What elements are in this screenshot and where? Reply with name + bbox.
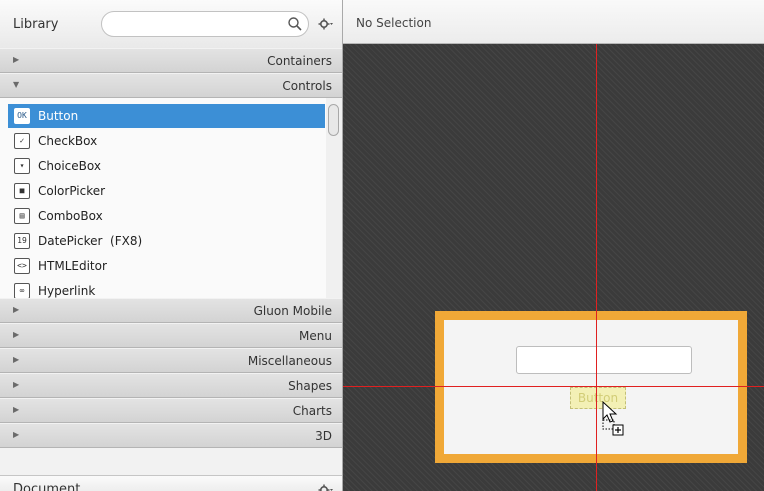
section-label: 3D (315, 429, 332, 443)
section-containers[interactable]: ▶ Containers (0, 48, 342, 73)
controls-scrollbar[interactable] (326, 98, 342, 298)
controls-list: OK Button ✓ CheckBox ▾ ChoiceBox ■ Color… (0, 98, 342, 298)
list-item-label: DatePicker (FX8) (38, 234, 143, 248)
list-item-label: Hyperlink (38, 284, 96, 298)
list-item-colorpicker[interactable]: ■ ColorPicker (8, 179, 325, 203)
library-title: Library (13, 17, 59, 32)
section-label: Charts (292, 404, 332, 418)
list-item-label: Button (38, 109, 79, 123)
list-item-label: CheckBox (38, 134, 98, 148)
collapsed-arrow-icon: ▶ (13, 355, 20, 364)
selection-bar: No Selection (343, 0, 764, 44)
section-label: Shapes (288, 379, 332, 393)
list-item-label: ChoiceBox (38, 159, 101, 173)
document-header: Document (0, 475, 342, 491)
content-area: No Selection Button (343, 0, 764, 491)
section-label: Controls (282, 79, 332, 93)
list-item-checkbox[interactable]: ✓ CheckBox (8, 129, 325, 153)
section-shapes[interactable]: ▶ Shapes (0, 373, 342, 398)
collapsed-arrow-icon: ▶ (13, 305, 20, 314)
section-3d[interactable]: ▶ 3D (0, 423, 342, 448)
library-header: Library (0, 0, 342, 49)
search-icon[interactable] (287, 16, 303, 32)
horizontal-guide-line (343, 386, 764, 387)
section-label: Menu (299, 329, 332, 343)
document-title: Document (13, 482, 81, 491)
hyperlink-icon: ∞ (14, 283, 30, 298)
expanded-arrow-icon: ▼ (13, 80, 20, 89)
selection-status: No Selection (356, 16, 432, 30)
list-item-htmleditor[interactable]: <> HTMLEditor (8, 254, 325, 278)
list-item-label: HTMLEditor (38, 259, 107, 273)
list-item-hyperlink[interactable]: ∞ Hyperlink (8, 279, 325, 298)
anchor-pane[interactable]: Button (435, 311, 747, 463)
list-item-datepicker[interactable]: 19 DatePicker (FX8) (8, 229, 325, 253)
section-gluon-mobile[interactable]: ▶ Gluon Mobile (0, 298, 342, 323)
checkbox-icon: ✓ (14, 133, 30, 149)
drag-copy-cursor-icon (602, 400, 624, 436)
scrollbar-thumb[interactable] (328, 104, 339, 136)
list-item-button[interactable]: OK Button (8, 104, 325, 128)
text-field[interactable] (516, 346, 692, 374)
list-item-label: ComboBox (38, 209, 103, 223)
list-item-combobox[interactable]: ▤ ComboBox (8, 204, 325, 228)
document-gear-icon[interactable] (318, 482, 334, 491)
htmleditor-icon: <> (14, 258, 30, 274)
list-item-choicebox[interactable]: ▾ ChoiceBox (8, 154, 325, 178)
section-menu[interactable]: ▶ Menu (0, 323, 342, 348)
vertical-guide-line (596, 44, 597, 491)
collapsed-arrow-icon: ▶ (13, 330, 20, 339)
choicebox-icon: ▾ (14, 158, 30, 174)
list-item-label: ColorPicker (38, 184, 106, 198)
collapsed-arrow-icon: ▶ (13, 430, 20, 439)
design-canvas[interactable]: Button (343, 44, 764, 491)
library-gear-icon[interactable] (318, 16, 334, 32)
collapsed-arrow-icon: ▶ (13, 380, 20, 389)
section-controls[interactable]: ▼ Controls (0, 73, 342, 98)
section-miscellaneous[interactable]: ▶ Miscellaneous (0, 348, 342, 373)
combobox-icon: ▤ (14, 208, 30, 224)
library-panel: Library ▶ Containers ▼ Controls OK Butto… (0, 0, 343, 491)
section-charts[interactable]: ▶ Charts (0, 398, 342, 423)
section-label: Containers (267, 54, 332, 68)
datepicker-icon: 19 (14, 233, 30, 249)
colorpicker-icon: ■ (14, 183, 30, 199)
section-label: Gluon Mobile (253, 304, 332, 318)
collapsed-arrow-icon: ▶ (13, 55, 20, 64)
section-label: Miscellaneous (247, 354, 332, 368)
button-icon: OK (14, 108, 30, 124)
collapsed-arrow-icon: ▶ (13, 405, 20, 414)
library-search-input[interactable] (101, 11, 309, 37)
